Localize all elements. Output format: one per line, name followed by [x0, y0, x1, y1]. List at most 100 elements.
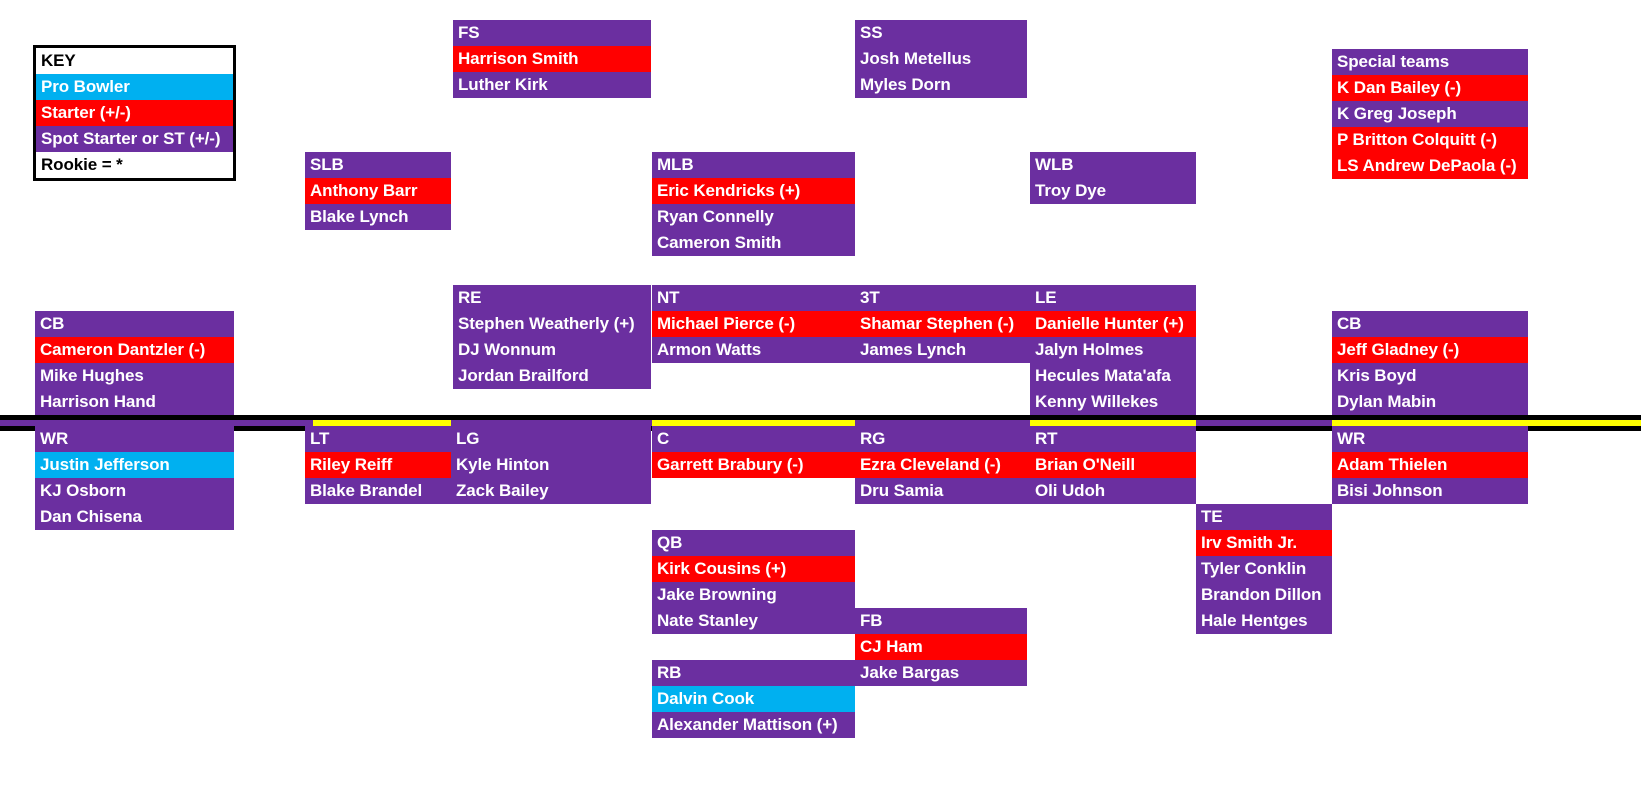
player-row: Kris Boyd [1332, 363, 1528, 389]
position-group-nt: NT Michael Pierce (-) Armon Watts [652, 285, 855, 363]
player-row: Riley Reiff [305, 452, 451, 478]
position-group-lg: LG Kyle Hinton Zack Bailey [451, 426, 651, 504]
player-row: Eric Kendricks (+) [652, 178, 855, 204]
legend-row-pro-bowler: Pro Bowler [36, 74, 233, 100]
los-segment [1196, 420, 1332, 426]
position-group-rb: RB Dalvin Cook Alexander Mattison (+) [652, 660, 855, 738]
position-group-te: TE Irv Smith Jr. Tyler Conklin Brandon D… [1196, 504, 1332, 634]
player-row: Stephen Weatherly (+) [453, 311, 651, 337]
player-row: Hecules Mata'afa [1030, 363, 1196, 389]
position-group-c: C Garrett Brabury (-) [652, 426, 855, 478]
player-row: K Greg Joseph [1332, 101, 1528, 127]
position-group-3t: 3T Shamar Stephen (-) James Lynch [855, 285, 1030, 363]
legend-key: KEY Pro Bowler Starter (+/-) Spot Starte… [33, 45, 236, 181]
player-row: Armon Watts [652, 337, 855, 363]
position-header-wr-left: WR [35, 426, 234, 452]
player-row: Anthony Barr [305, 178, 451, 204]
position-header-ss: SS [855, 20, 1027, 46]
player-row: Brandon Dillon [1196, 582, 1332, 608]
position-header-rg: RG [855, 426, 1030, 452]
player-row: Hale Hentges [1196, 608, 1332, 634]
player-row: Jeff Gladney (-) [1332, 337, 1528, 363]
player-row: Cameron Smith [652, 230, 855, 256]
position-group-fs: FS Harrison Smith Luther Kirk [453, 20, 651, 98]
player-row: Danielle Hunter (+) [1030, 311, 1196, 337]
player-row: Dru Samia [855, 478, 1030, 504]
player-row: Irv Smith Jr. [1196, 530, 1332, 556]
position-header-le: LE [1030, 285, 1196, 311]
player-row: DJ Wonnum [453, 337, 651, 363]
player-row: P Britton Colquitt (-) [1332, 127, 1528, 153]
position-group-special-teams: Special teams K Dan Bailey (-) K Greg Jo… [1332, 49, 1528, 179]
player-row: Adam Thielen [1332, 452, 1528, 478]
player-row: Shamar Stephen (-) [855, 311, 1030, 337]
legend-row-rookie: Rookie = * [36, 152, 233, 178]
position-header-special-teams: Special teams [1332, 49, 1528, 75]
player-row: Blake Lynch [305, 204, 451, 230]
player-row: Kenny Willekes [1030, 389, 1196, 415]
position-header-fs: FS [453, 20, 651, 46]
player-row: Michael Pierce (-) [652, 311, 855, 337]
player-row: Mike Hughes [35, 363, 234, 389]
player-row: Jake Bargas [855, 660, 1027, 686]
player-row: Myles Dorn [855, 72, 1027, 98]
position-header-wlb: WLB [1030, 152, 1196, 178]
position-header-re: RE [453, 285, 651, 311]
player-row: Jordan Brailford [453, 363, 651, 389]
player-row: Dan Chisena [35, 504, 234, 530]
legend-title: KEY [36, 48, 233, 74]
position-group-wr-right: WR Adam Thielen Bisi Johnson [1332, 426, 1528, 504]
position-group-wr-left: WR Justin Jefferson KJ Osborn Dan Chisen… [35, 426, 234, 530]
position-header-cb-left: CB [35, 311, 234, 337]
position-header-nt: NT [652, 285, 855, 311]
player-row: LS Andrew DePaola (-) [1332, 153, 1528, 179]
player-row: Harrison Smith [453, 46, 651, 72]
position-group-rt: RT Brian O'Neill Oli Udoh [1030, 426, 1196, 504]
player-row: Garrett Brabury (-) [652, 452, 855, 478]
player-row: Josh Metellus [855, 46, 1027, 72]
player-row: Dylan Mabin [1332, 389, 1528, 415]
player-row: Justin Jefferson [35, 452, 234, 478]
legend-row-spot-starter: Spot Starter or ST (+/-) [36, 126, 233, 152]
player-row: Nate Stanley [652, 608, 855, 634]
position-header-fb: FB [855, 608, 1027, 634]
player-row: Harrison Hand [35, 389, 234, 415]
position-header-te: TE [1196, 504, 1332, 530]
player-row: Alexander Mattison (+) [652, 712, 855, 738]
position-group-cb-right: CB Jeff Gladney (-) Kris Boyd Dylan Mabi… [1332, 311, 1528, 415]
player-row: James Lynch [855, 337, 1030, 363]
player-row: Blake Brandel [305, 478, 451, 504]
player-row: Cameron Dantzler (-) [35, 337, 234, 363]
position-header-lg: LG [451, 426, 651, 452]
position-header-slb: SLB [305, 152, 451, 178]
player-row: Zack Bailey [451, 478, 651, 504]
position-group-fb: FB CJ Ham Jake Bargas [855, 608, 1027, 686]
player-row: Brian O'Neill [1030, 452, 1196, 478]
player-row: K Dan Bailey (-) [1332, 75, 1528, 101]
position-group-lt: LT Riley Reiff Blake Brandel [305, 426, 451, 504]
position-group-le: LE Danielle Hunter (+) Jalyn Holmes Hecu… [1030, 285, 1196, 415]
position-group-qb: QB Kirk Cousins (+) Jake Browning Nate S… [652, 530, 855, 634]
position-group-cb-left: CB Cameron Dantzler (-) Mike Hughes Harr… [35, 311, 234, 415]
position-header-qb: QB [652, 530, 855, 556]
player-row: Ezra Cleveland (-) [855, 452, 1030, 478]
player-row: Jake Browning [652, 582, 855, 608]
position-group-mlb: MLB Eric Kendricks (+) Ryan Connelly Cam… [652, 152, 855, 256]
depth-chart: KEY Pro Bowler Starter (+/-) Spot Starte… [0, 0, 1641, 793]
player-row: Tyler Conklin [1196, 556, 1332, 582]
legend-row-starter: Starter (+/-) [36, 100, 233, 126]
player-row: KJ Osborn [35, 478, 234, 504]
position-group-re: RE Stephen Weatherly (+) DJ Wonnum Jorda… [453, 285, 651, 389]
position-group-ss: SS Josh Metellus Myles Dorn [855, 20, 1027, 98]
player-row: Bisi Johnson [1332, 478, 1528, 504]
player-row: Kyle Hinton [451, 452, 651, 478]
position-group-rg: RG Ezra Cleveland (-) Dru Samia [855, 426, 1030, 504]
player-row: Ryan Connelly [652, 204, 855, 230]
position-header-wr-right: WR [1332, 426, 1528, 452]
player-row: Luther Kirk [453, 72, 651, 98]
player-row: CJ Ham [855, 634, 1027, 660]
player-row: Troy Dye [1030, 178, 1196, 204]
player-row: Oli Udoh [1030, 478, 1196, 504]
position-header-rt: RT [1030, 426, 1196, 452]
position-group-slb: SLB Anthony Barr Blake Lynch [305, 152, 451, 230]
